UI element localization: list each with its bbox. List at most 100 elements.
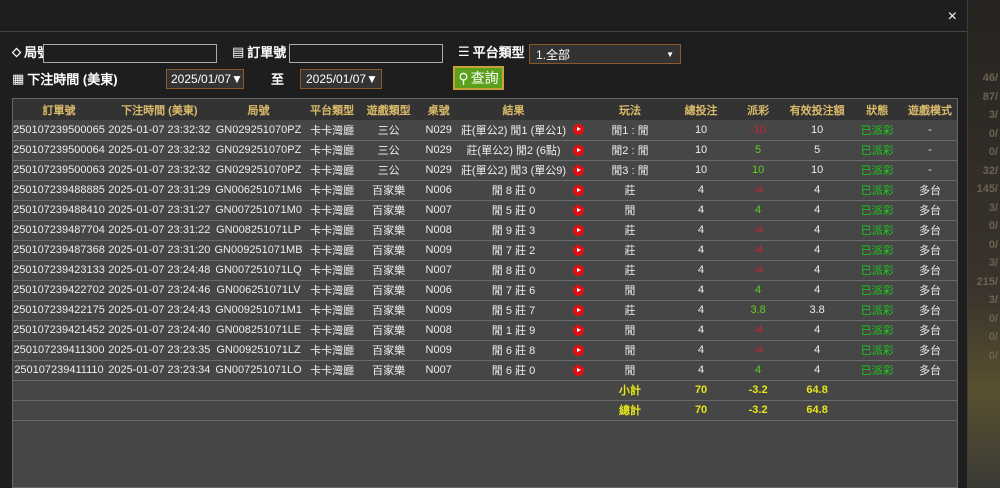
tag-icon: ⬦ <box>12 43 22 59</box>
table-cell: 10 <box>668 160 734 181</box>
round-input[interactable] <box>43 44 217 63</box>
play-video-icon[interactable] <box>573 124 585 136</box>
table-cell: -4 <box>733 260 783 281</box>
table-cell: N029 <box>416 160 461 181</box>
time-label-text: 下注時間 (美東) <box>27 72 118 87</box>
table-cell: 多台 <box>903 260 957 281</box>
table-cell: 莊(單公2) 閒2 (6點) <box>460 140 567 161</box>
play-video-icon[interactable] <box>573 344 585 356</box>
date-to-select[interactable]: 2025/01/07▼ <box>300 69 382 89</box>
date-from-select[interactable]: 2025/01/07▼ <box>166 69 244 89</box>
play-video-icon[interactable] <box>573 324 585 336</box>
column-header[interactable]: 局號 <box>213 99 304 120</box>
table-cell: 250107239411110 <box>13 360 105 381</box>
column-header[interactable]: 結果 <box>460 99 567 120</box>
table-cell: 4 <box>782 320 852 341</box>
column-header[interactable]: 平台類型 <box>303 99 361 120</box>
column-header[interactable]: 訂單號 <box>13 99 105 120</box>
table-cell: 多台 <box>903 340 957 361</box>
play-video-icon[interactable] <box>573 164 585 176</box>
table-cell: 卡卡灣廳 <box>303 200 361 221</box>
summary-cell <box>13 380 105 401</box>
close-button[interactable]: × <box>948 8 957 26</box>
bet-records-table: 訂單號 下注時間 (美東) 局號 平台類型 遊戲類型 桌號 結果 玩法 總投注 派彩 有效投注額 狀態… <box>12 98 958 488</box>
table-cell: 4 <box>782 220 852 241</box>
table-cell: 4 <box>668 220 734 241</box>
table-cell: 閒 5 莊 7 <box>460 300 567 321</box>
table-row: 250107239487704 2025-01-07 23:31:22 GN0082… <box>13 220 957 241</box>
table-cell: 已派彩 <box>851 220 904 241</box>
table-cell: -10 <box>733 120 783 141</box>
table-cell: 莊 <box>591 180 669 201</box>
table-cell: GN009251071MB <box>213 240 304 261</box>
summary-cell: 64.8 <box>782 380 852 401</box>
table-cell: 閒1 : 閒 <box>591 120 669 141</box>
table-cell: 卡卡灣廳 <box>303 280 361 301</box>
list-icon: ☰ <box>458 43 470 59</box>
table-cell: 4 <box>733 280 783 301</box>
background-number: 0/ <box>988 238 998 251</box>
play-video-icon[interactable] <box>573 184 585 196</box>
table-cell: 百家樂 <box>360 280 417 301</box>
platform-select[interactable]: 1.全部 ▼ <box>529 44 681 64</box>
table-cell: 百家樂 <box>360 220 417 241</box>
order-input[interactable] <box>289 44 443 63</box>
table-cell: 閒2 : 閒 <box>591 140 669 161</box>
table-row: 250107239422702 2025-01-07 23:24:46 GN0062… <box>13 280 957 301</box>
table-cell: 百家樂 <box>360 360 417 381</box>
background-number: 3/ <box>988 201 998 214</box>
background-number: 0/ <box>988 146 998 158</box>
play-video-icon[interactable] <box>573 244 585 256</box>
table-cell: 閒 5 莊 0 <box>460 200 567 221</box>
replay-cell <box>566 260 592 281</box>
table-cell: 2025-01-07 23:32:32 <box>104 160 214 181</box>
table-cell: 卡卡灣廳 <box>303 300 361 321</box>
summary-cell <box>903 380 957 401</box>
summary-cell <box>104 400 214 421</box>
table-cell: 2025-01-07 23:32:32 <box>104 140 214 161</box>
summary-cell <box>303 400 361 421</box>
table-cell: N009 <box>416 300 461 321</box>
column-header[interactable]: 狀態 <box>851 99 904 120</box>
column-header[interactable]: 派彩 <box>733 99 783 120</box>
time-label: ▦ 下注時間 (美東) <box>12 69 118 88</box>
play-video-icon[interactable] <box>573 224 585 236</box>
table-cell: 閒 <box>591 340 669 361</box>
column-header[interactable]: 下注時間 (美東) <box>104 99 214 120</box>
play-video-icon[interactable] <box>573 264 585 276</box>
table-cell: 4 <box>668 320 734 341</box>
column-header[interactable]: 玩法 <box>591 99 669 120</box>
table-cell: GN029251070PZ <box>213 140 304 161</box>
replay-cell <box>566 160 592 181</box>
table-cell: N009 <box>416 240 461 261</box>
column-header[interactable]: 有效投注額 <box>782 99 852 120</box>
play-video-icon[interactable] <box>573 204 585 216</box>
table-cell: 卡卡灣廳 <box>303 340 361 361</box>
table-cell: 250107239488410 <box>13 200 105 221</box>
table-cell: 10 <box>782 120 852 141</box>
table-cell: 三公 <box>360 120 417 141</box>
table-cell: 卡卡灣廳 <box>303 160 361 181</box>
clipboard-icon: ▤ <box>232 43 245 59</box>
table-cell: 250107239487704 <box>13 220 105 241</box>
table-row: 250107239411110 2025-01-07 23:23:34 GN0072… <box>13 360 957 381</box>
column-header[interactable] <box>566 99 592 120</box>
query-button[interactable]: ⚲ 查詢 <box>453 66 504 90</box>
column-header[interactable]: 桌號 <box>416 99 461 120</box>
background-number: 145/ <box>976 183 998 195</box>
column-header[interactable]: 總投注 <box>668 99 734 120</box>
summary-cell: 64.8 <box>782 400 852 421</box>
background-game: 46/87/3/0/0/32/145/3/0/0/3/215/3/0/0/0/ <box>968 0 1000 488</box>
column-header[interactable]: 遊戲類型 <box>360 99 417 120</box>
table-cell: 卡卡灣廳 <box>303 220 361 241</box>
table-cell: GN006251071LV <box>213 280 304 301</box>
play-video-icon[interactable] <box>573 364 585 376</box>
table-cell: 2025-01-07 23:31:29 <box>104 180 214 201</box>
column-header[interactable]: 遊戲模式 <box>903 99 957 120</box>
play-video-icon[interactable] <box>573 304 585 316</box>
play-video-icon[interactable] <box>573 144 585 156</box>
table-row: 250107239488885 2025-01-07 23:31:29 GN0062… <box>13 180 957 201</box>
play-video-icon[interactable] <box>573 284 585 296</box>
table-cell: 百家樂 <box>360 260 417 281</box>
table-cell: 莊 <box>591 300 669 321</box>
